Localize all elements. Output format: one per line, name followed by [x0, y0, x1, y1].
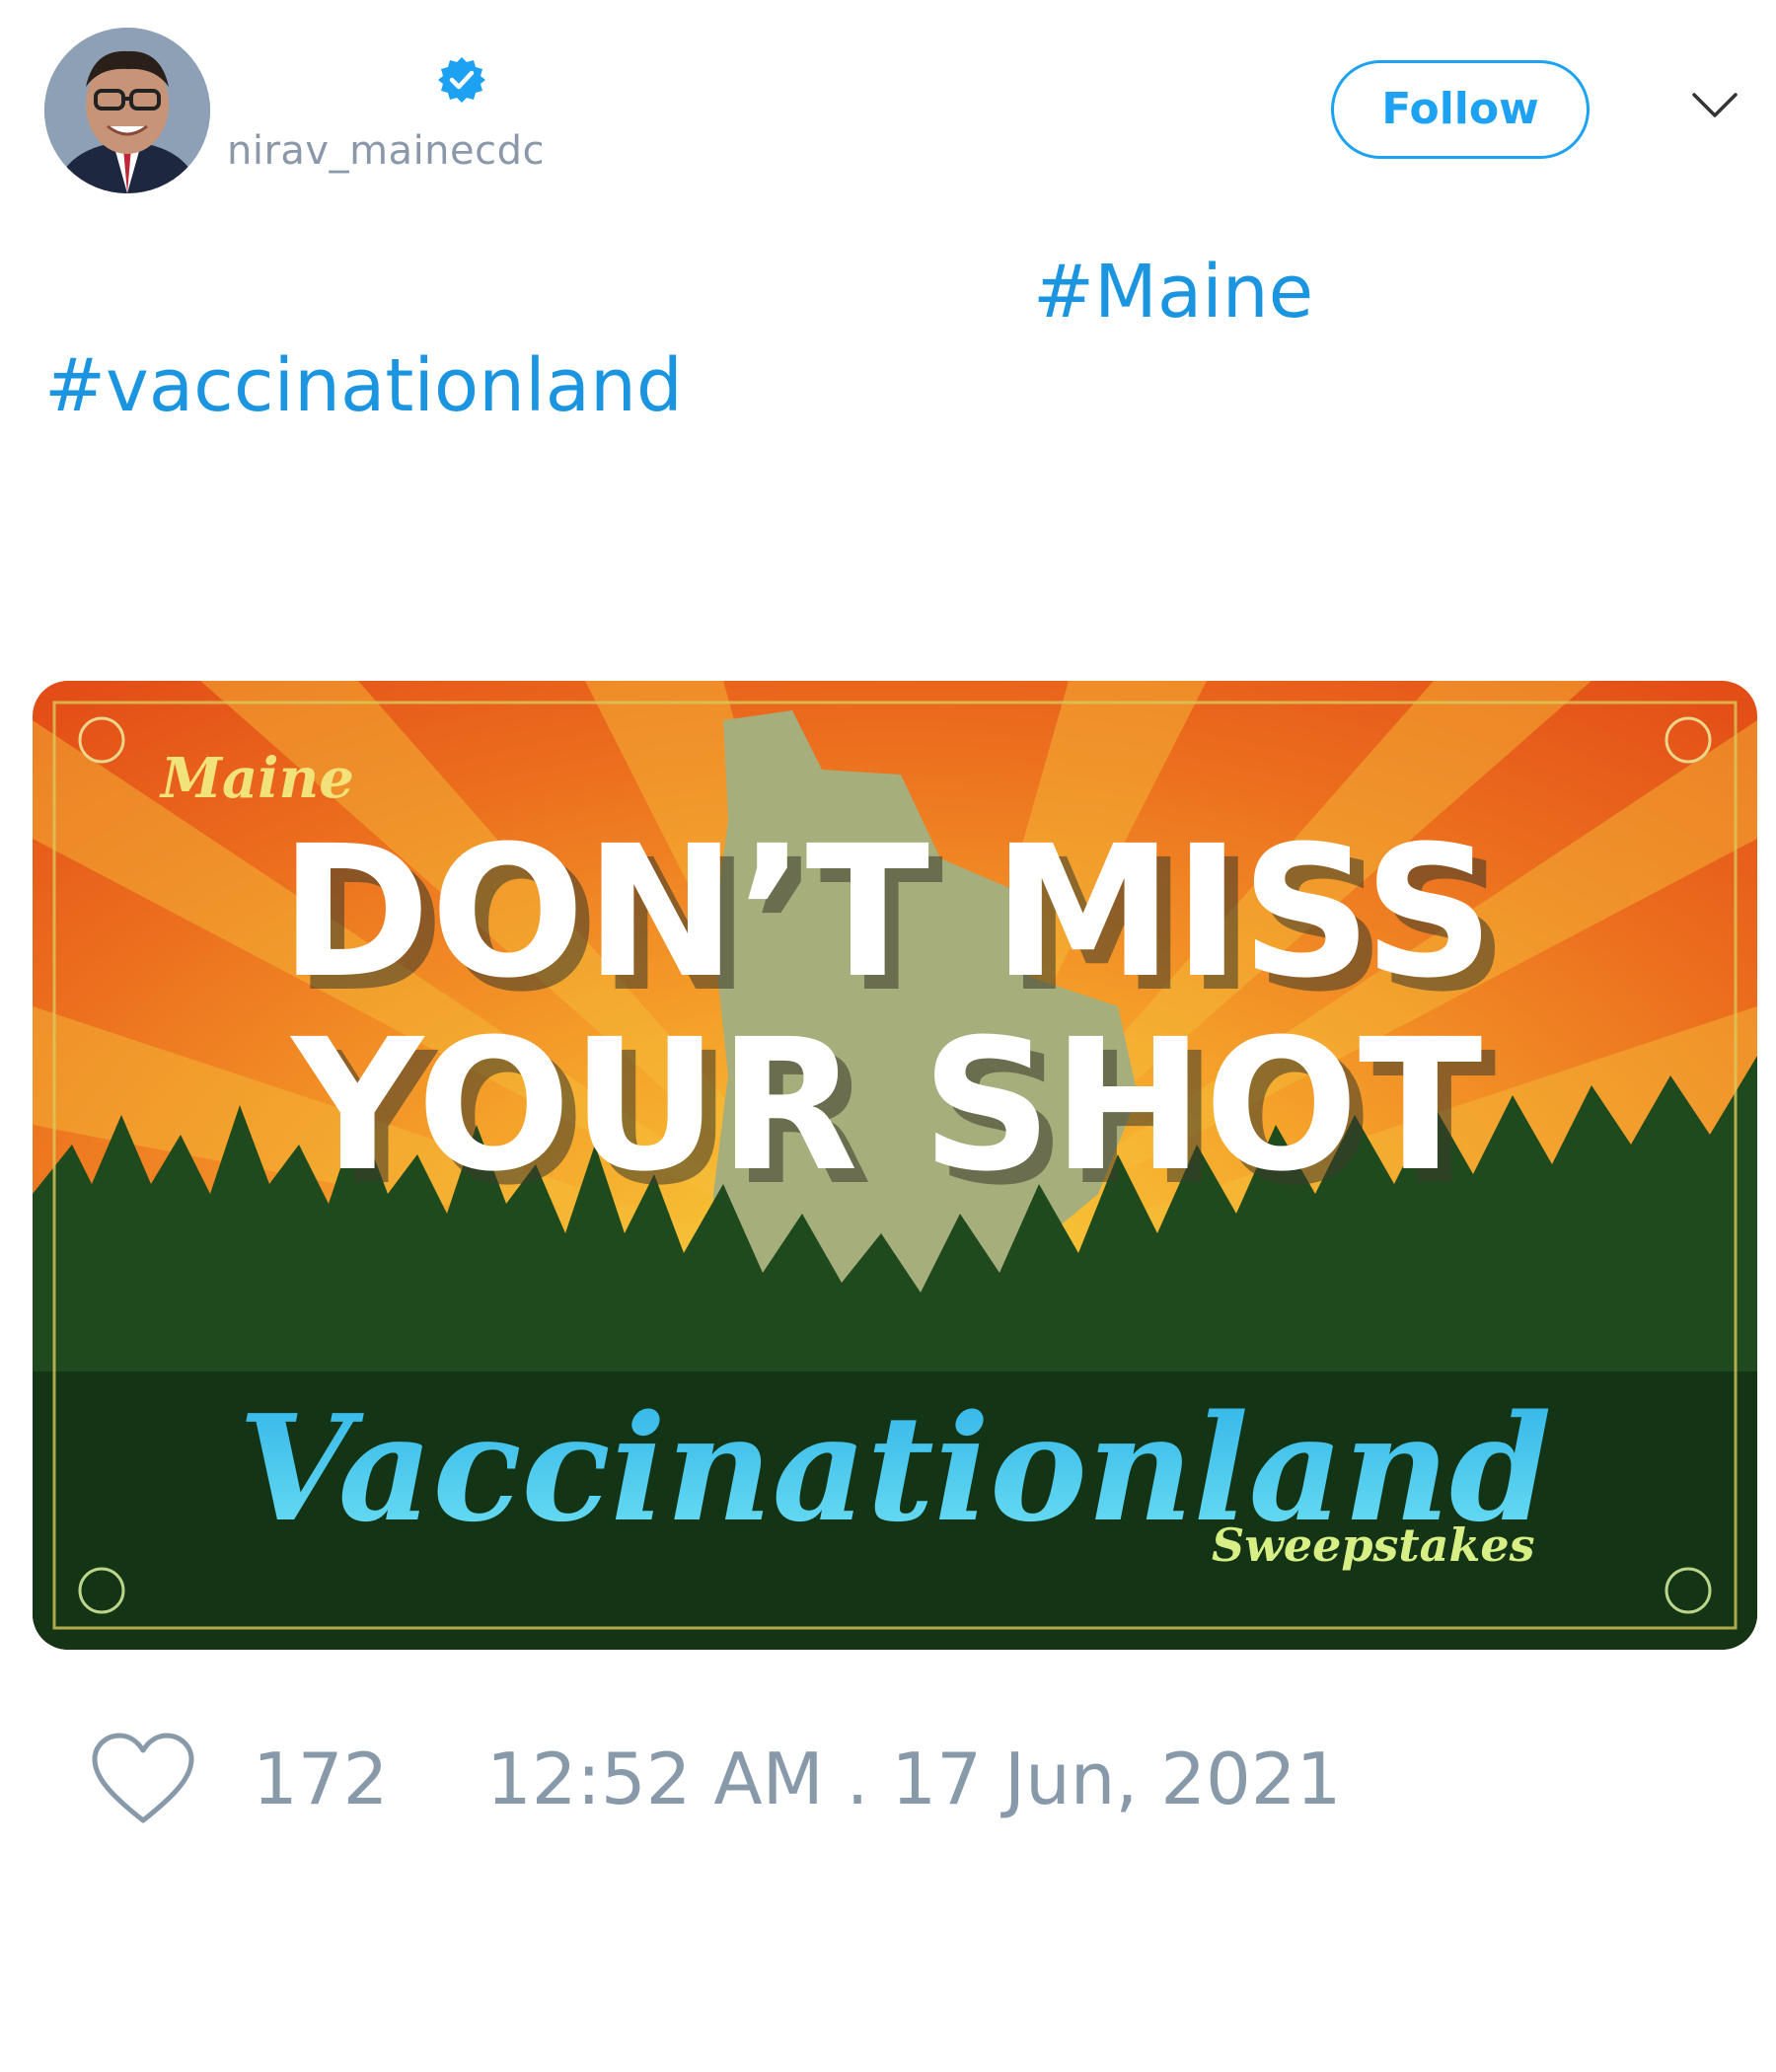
hashtag-vaccinationland[interactable]: #vaccinationland — [44, 338, 683, 433]
banner-small-bottom: Sweepstakes — [1212, 1518, 1535, 1572]
banner-headline-line1: DON’T MISS — [280, 807, 1495, 1018]
verified-badge-icon — [437, 55, 486, 105]
chevron-down-icon[interactable] — [1691, 91, 1739, 120]
heart-icon[interactable] — [91, 1732, 195, 1826]
like-count: 172 — [253, 1738, 389, 1820]
tweet-media-image[interactable]: Maine DON’T MISS DON’T MISS YOUR SHOT YO… — [33, 681, 1757, 1650]
tweet-timestamp[interactable]: 12:52 AM . 17 Jun, 2021 — [486, 1735, 1341, 1823]
follow-button[interactable]: Follow — [1331, 60, 1590, 159]
hashtag-maine[interactable]: #Maine — [1033, 245, 1313, 339]
banner-small-top: Maine — [159, 746, 354, 811]
author-handle[interactable]: nirav_mainecdc — [227, 126, 545, 176]
banner-headline-line2: YOUR SHOT — [290, 1000, 1483, 1212]
avatar-photo — [44, 28, 210, 193]
avatar[interactable] — [44, 28, 210, 193]
